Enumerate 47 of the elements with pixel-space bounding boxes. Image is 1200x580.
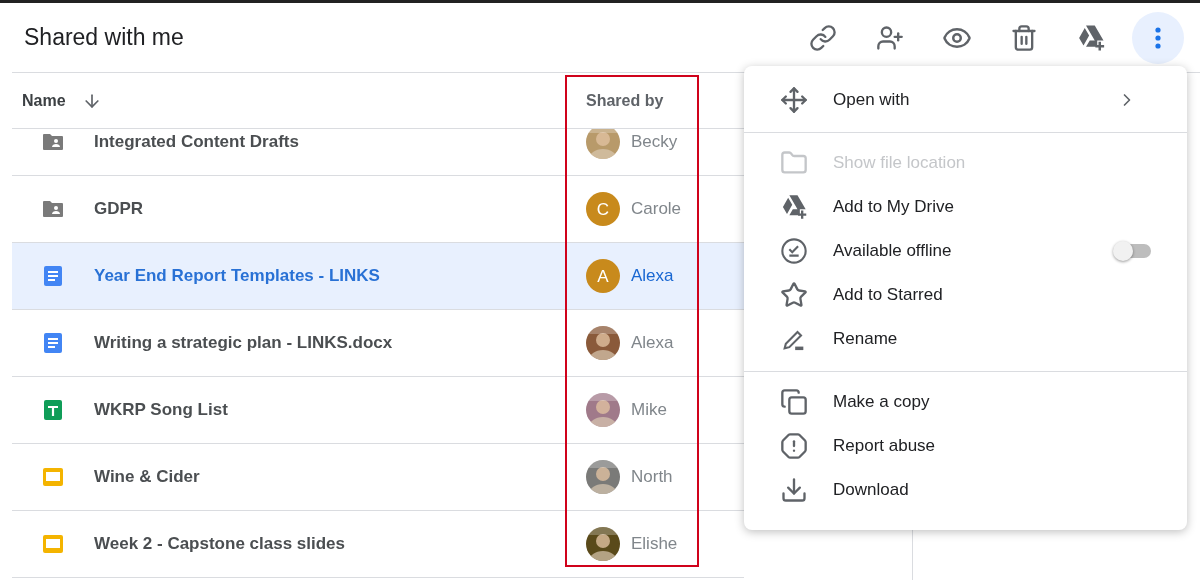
- menu-item[interactable]: Report abuse: [744, 424, 1187, 468]
- shared-by-name: North: [631, 467, 673, 487]
- menu-item[interactable]: Open with: [744, 78, 1187, 122]
- file-name: Wine & Cider: [94, 467, 201, 487]
- document-icon: [41, 264, 65, 288]
- trash-icon: [1010, 23, 1038, 52]
- slides-icon: [41, 465, 65, 489]
- shared-by-name: Alexa: [631, 333, 674, 353]
- drive-add-icon: [780, 193, 808, 221]
- download-icon: [780, 476, 808, 504]
- menu-item[interactable]: Available offline: [744, 229, 1187, 273]
- menu-item[interactable]: Rename: [744, 317, 1187, 361]
- shared-by-name: Becky: [631, 132, 678, 152]
- move-icon: [780, 86, 808, 114]
- avatar: C: [586, 192, 620, 226]
- file-name: GDPR: [94, 199, 145, 219]
- menu-item[interactable]: Add to Starred: [744, 273, 1187, 317]
- folder-icon: [780, 149, 808, 177]
- more-icon: [1155, 25, 1161, 50]
- file-name: Year End Report Templates - LINKS: [94, 266, 381, 286]
- file-row[interactable]: Year End Report Templates - LINKS A Alexa: [12, 243, 744, 310]
- shared-by-name: Alexa: [631, 266, 674, 286]
- file-name: Week 2 - Capstone class slides: [94, 534, 347, 554]
- column-header[interactable]: Name: [22, 91, 66, 110]
- page-title: Shared with me: [24, 24, 185, 51]
- menu-item[interactable]: Download: [744, 468, 1187, 512]
- file-row[interactable]: Integrated Content Drafts Becky: [12, 129, 744, 176]
- document-icon: [41, 331, 65, 355]
- link-icon: [809, 23, 837, 52]
- add-person-icon: [876, 23, 904, 52]
- menu-item[interactable]: Make a copy: [744, 380, 1187, 424]
- file-name: Integrated Content Drafts: [94, 132, 300, 152]
- slides-icon: [41, 532, 65, 556]
- shared-by-name: Mike: [631, 400, 667, 420]
- alert-icon: [780, 432, 808, 460]
- file-name: Writing a strategic plan - LINKS.docx: [94, 333, 394, 353]
- column-header[interactable]: Shared by: [586, 91, 664, 110]
- toggle-switch[interactable]: [1115, 244, 1151, 258]
- spreadsheet-icon: [41, 398, 65, 422]
- copy-icon: [780, 388, 808, 416]
- star-icon: [780, 281, 808, 309]
- menu-item[interactable]: Add to My Drive: [744, 185, 1187, 229]
- shared-by-name: Elishe: [631, 534, 678, 554]
- avatar: A: [586, 259, 620, 293]
- offline-check-icon: [780, 237, 808, 265]
- shared-by-name: Carole: [631, 199, 682, 219]
- file-name: WKRP Song List: [94, 400, 229, 420]
